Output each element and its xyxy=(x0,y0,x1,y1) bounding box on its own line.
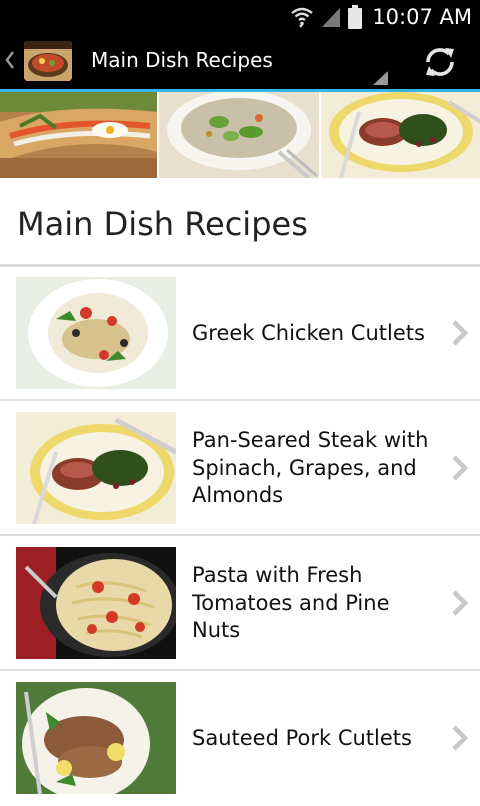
banner-image-steak xyxy=(318,92,480,178)
recipe-thumbnail xyxy=(16,682,176,794)
refresh-icon[interactable] xyxy=(420,42,460,82)
chevron-right-icon xyxy=(452,590,469,616)
dropdown-indicator-icon xyxy=(373,71,388,85)
signal-icon xyxy=(322,7,341,27)
list-item[interactable]: Pasta with Fresh Tomatoes and Pine Nuts xyxy=(0,536,480,671)
action-bar-title[interactable]: Main Dish Recipes xyxy=(91,47,273,73)
list-item[interactable]: Sauteed Pork Cutlets xyxy=(0,671,480,806)
status-bar: 10:07 AM xyxy=(0,0,480,33)
chevron-right-icon xyxy=(452,725,469,751)
action-bar: Main Dish Recipes xyxy=(0,33,480,89)
recipe-title: Pan-Seared Steak with Spinach, Grapes, a… xyxy=(192,428,429,508)
recipe-title: Greek Chicken Cutlets xyxy=(192,320,425,345)
battery-icon xyxy=(348,4,363,29)
chevron-right-icon xyxy=(452,455,469,481)
status-time: 10:07 AM xyxy=(372,4,472,29)
banner-images xyxy=(0,92,480,178)
back-chevron-icon[interactable] xyxy=(3,46,15,74)
recipe-thumbnail xyxy=(16,277,176,389)
banner-image-salad xyxy=(157,92,319,178)
chevron-right-icon xyxy=(452,320,469,346)
list-item[interactable]: Pan-Seared Steak with Spinach, Grapes, a… xyxy=(0,401,480,536)
status-icons: 10:07 AM xyxy=(290,0,472,33)
recipe-thumbnail xyxy=(16,547,176,659)
recipe-thumbnail xyxy=(16,412,176,524)
recipe-title: Sauteed Pork Cutlets xyxy=(192,725,412,750)
banner-image-sandwich xyxy=(0,92,158,178)
wifi-icon xyxy=(291,7,314,28)
list-item[interactable]: Greek Chicken Cutlets xyxy=(0,266,480,401)
app-logo[interactable] xyxy=(24,41,72,81)
recipe-title: Pasta with Fresh Tomatoes and Pine Nuts xyxy=(192,563,390,643)
page-title: Main Dish Recipes xyxy=(17,205,308,243)
